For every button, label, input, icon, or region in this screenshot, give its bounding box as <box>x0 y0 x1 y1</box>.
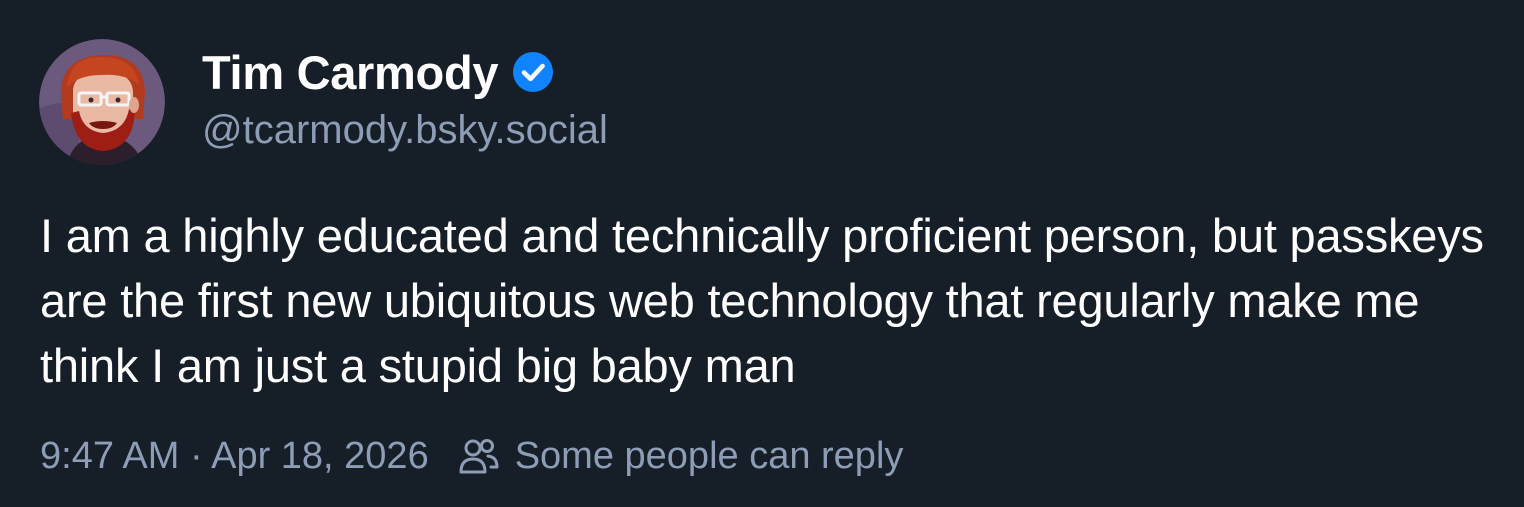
post-card: Tim Carmody @tcarmody.bsky.social I am a… <box>0 0 1524 507</box>
post-text: I am a highly educated and technically p… <box>40 209 1484 392</box>
reply-setting-button[interactable]: Some people can reply <box>457 434 904 478</box>
author-handle[interactable]: @tcarmody.bsky.social <box>202 108 608 153</box>
author-avatar[interactable] <box>39 39 165 165</box>
avatar-illustration <box>39 39 165 165</box>
author-display-name[interactable]: Tim Carmody <box>202 45 498 100</box>
people-icon <box>457 434 501 478</box>
post-timestamp[interactable]: 9:47 AM · Apr 18, 2026 <box>40 435 429 478</box>
author-name-row: Tim Carmody <box>202 40 608 104</box>
reply-setting-label: Some people can reply <box>514 434 904 477</box>
post-meta: 9:47 AM · Apr 18, 2026 Some people can r… <box>40 434 903 478</box>
author-info: Tim Carmody @tcarmody.bsky.social <box>202 40 608 153</box>
verified-badge-icon[interactable] <box>512 51 554 93</box>
